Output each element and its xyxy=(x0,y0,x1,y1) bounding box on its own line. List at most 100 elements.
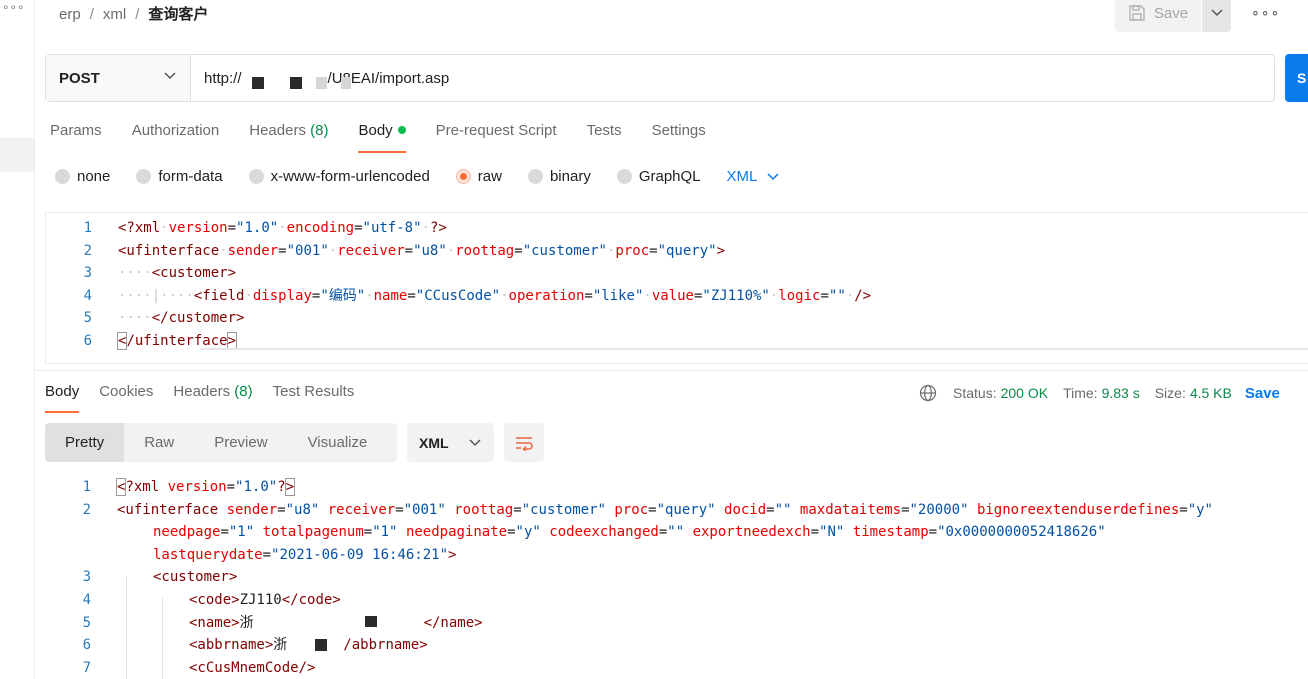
redacted-block xyxy=(365,615,377,627)
code-text: ····|····<field·display="编码"·name="CCusC… xyxy=(118,287,872,304)
body-format-select[interactable]: XML xyxy=(727,168,780,185)
line-number: 1 xyxy=(83,220,92,236)
radio-circle xyxy=(616,169,632,184)
radio-none[interactable]: none xyxy=(55,168,110,185)
view-visualize[interactable]: Visualize xyxy=(288,423,388,462)
breadcrumb-collection[interactable]: erp xyxy=(59,6,81,23)
response-tabs: Body Cookies Headers (8) Test Results xyxy=(45,383,374,413)
chevron-down-icon xyxy=(469,438,481,446)
view-preview[interactable]: Preview xyxy=(194,423,287,462)
code-line: 6 <abbrname>浙/abbrname> xyxy=(45,634,1308,657)
tab-tests[interactable]: Tests xyxy=(587,122,622,153)
request-body-editor[interactable]: 1 <?xml·version="1.0"·encoding="utf-8"·?>… xyxy=(45,212,1308,364)
resp-tab-body[interactable]: Body xyxy=(45,383,80,413)
code-line: needpage="1" totalpagenum="1" needpagina… xyxy=(45,521,1308,544)
response-body-viewer[interactable]: 1 <?xml version="1.0"?> 2 <ufinterface sen… xyxy=(45,476,1308,679)
code-text: <ufinterface·sender="001"·receiver="u8"·… xyxy=(118,242,726,259)
code-text: <?xml·version="1.0"·encoding="utf-8"·?> xyxy=(118,220,447,236)
code-line: lastquerydate="2021-06-09 16:46:21"> xyxy=(45,544,1308,567)
code-line: 3 ····<customer> xyxy=(46,262,1308,285)
code-text: <?xml version="1.0"?> xyxy=(115,478,296,496)
tab-label: Test Results xyxy=(272,383,355,400)
code-text: lastquerydate="2021-06-09 16:46:21"> xyxy=(153,546,457,563)
tab-label: Params xyxy=(50,122,102,139)
code-line: 1 <?xml version="1.0"?> xyxy=(45,476,1308,499)
response-format-select[interactable]: XML xyxy=(407,423,494,462)
tab-label: Cookies xyxy=(99,383,154,400)
code-text: ····</customer> xyxy=(118,310,245,327)
wrap-lines-icon xyxy=(516,436,533,451)
line-number: 6 xyxy=(82,637,91,654)
tab-label: Body xyxy=(358,122,393,139)
status-value[interactable]: 200 OK xyxy=(1001,385,1048,401)
tab-body[interactable]: Body xyxy=(358,122,406,153)
tab-pre-request-script[interactable]: Pre-request Script xyxy=(436,122,557,153)
headers-count: (8) xyxy=(234,383,253,400)
body-set-indicator xyxy=(397,126,406,134)
code-line: 5 <name>浙 </name> xyxy=(45,612,1308,635)
tab-headers[interactable]: Headers (8) xyxy=(249,122,328,153)
method-select[interactable]: POST xyxy=(46,55,191,101)
radio-raw[interactable]: raw xyxy=(455,168,502,185)
code-text: <customer> xyxy=(153,569,238,586)
radio-graphql[interactable]: GraphQL xyxy=(616,168,701,185)
code-line: 7 <cCusMnemCode/> xyxy=(45,657,1308,679)
radio-circle xyxy=(455,169,471,184)
redacted-block xyxy=(341,77,351,89)
radio-form-data[interactable]: form-data xyxy=(136,168,223,185)
resp-tab-cookies[interactable]: Cookies xyxy=(99,383,153,413)
breadcrumb-folder[interactable]: xml xyxy=(103,6,126,23)
editor-scroll-end xyxy=(200,348,1308,350)
wrap-lines-button[interactable] xyxy=(504,423,544,462)
left-sidebar-strip: ∘∘∘ xyxy=(0,0,35,679)
code-text: <ufinterface sender="u8" receiver="001" … xyxy=(117,501,1213,518)
tab-settings[interactable]: Settings xyxy=(652,122,706,153)
breadcrumb-request[interactable]: 查询客户 xyxy=(148,6,208,23)
more-actions-button[interactable]: ∘∘∘ xyxy=(1251,4,1280,21)
line-number: 1 xyxy=(82,479,91,495)
redacted-block xyxy=(315,639,327,652)
tab-label: Authorization xyxy=(131,122,220,139)
more-options-icon[interactable]: ∘∘∘ xyxy=(2,0,25,14)
chevron-down-icon xyxy=(1210,9,1223,17)
save-dropdown-button[interactable] xyxy=(1202,0,1231,32)
radio-label: none xyxy=(77,168,111,185)
code-text: ····<customer> xyxy=(118,265,237,282)
code-line: 4 ····|····<field·display="编码"·name="CCus… xyxy=(46,285,1308,308)
tab-label: Body xyxy=(45,383,80,400)
tab-label: Headers xyxy=(249,122,306,139)
send-button[interactable]: S xyxy=(1285,54,1308,102)
resp-tab-test-results[interactable]: Test Results xyxy=(273,383,355,413)
size-value[interactable]: 4.5 KB xyxy=(1190,385,1232,401)
radio-binary[interactable]: binary xyxy=(527,168,591,185)
save-button[interactable]: Save xyxy=(1115,0,1201,32)
line-number: 7 xyxy=(82,659,91,676)
chevron-down-icon xyxy=(767,172,779,180)
save-response-button[interactable]: Save xyxy=(1245,385,1280,402)
url-input[interactable]: http:///U8EAI/import.asp xyxy=(191,55,1274,101)
code-text: <cCusMnemCode/> xyxy=(189,659,316,676)
divider xyxy=(35,370,1308,371)
resp-tab-headers[interactable]: Headers (8) xyxy=(173,383,252,413)
radio-urlencoded[interactable]: x-www-form-urlencoded xyxy=(248,168,430,185)
line-number: 4 xyxy=(82,591,91,608)
tab-label: Tests xyxy=(586,122,622,139)
view-pretty[interactable]: Pretty xyxy=(45,423,125,462)
view-raw[interactable]: Raw xyxy=(124,423,194,462)
tab-params[interactable]: Params xyxy=(50,122,102,153)
tab-label: Headers xyxy=(173,383,231,400)
code-text: <abbrname>浙/abbrname> xyxy=(189,637,428,654)
tab-authorization[interactable]: Authorization xyxy=(132,122,220,153)
size-label: Size: xyxy=(1154,385,1186,401)
radio-circle xyxy=(136,169,152,184)
headers-count: (8) xyxy=(310,122,329,139)
line-number: 3 xyxy=(82,569,91,586)
line-number: 6 xyxy=(83,332,92,349)
url-prefix: http:// xyxy=(204,69,242,87)
line-number: 5 xyxy=(83,310,92,327)
globe-icon[interactable] xyxy=(919,384,937,402)
line-number: 4 xyxy=(83,287,92,304)
sidebar-selected-item[interactable] xyxy=(0,138,34,172)
line-number: 3 xyxy=(83,265,92,282)
time-value[interactable]: 9.83 s xyxy=(1102,385,1140,401)
